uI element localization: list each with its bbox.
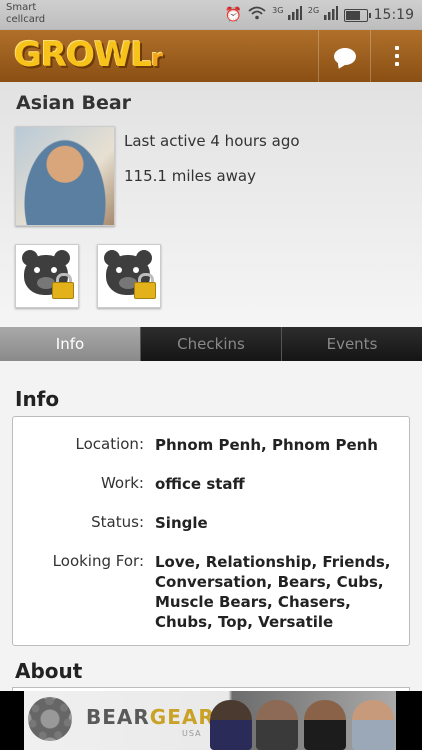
ad-brand: BEARGEAR [86, 705, 215, 729]
ad-model-image [304, 700, 346, 750]
signal-3g-icon: 3G [272, 6, 302, 24]
chat-button[interactable] [318, 30, 371, 82]
locked-photo-2[interactable] [97, 244, 161, 308]
status-icons: ⏰ 3G 2G 15:19 [225, 6, 414, 24]
info-label: Status: [91, 513, 144, 531]
logo-text: GROWL [14, 35, 152, 75]
ad-banner[interactable]: BEARGEAR USA [0, 691, 422, 750]
info-label: Location: [75, 435, 145, 453]
ad-brand-part-1: BEAR [86, 705, 150, 729]
last-active-text: Last active 4 hours ago [124, 132, 300, 150]
profile-tabs: Info Checkins Events [0, 327, 422, 361]
tab-events[interactable]: Events [282, 327, 422, 361]
growlr-logo: GROWLr [14, 35, 163, 75]
logo-suffix: r [151, 44, 163, 72]
info-card: Location: Phnom Penh, Phnom Penh Work: o… [12, 416, 410, 646]
info-value: Love, Relationship, Friends, Conversatio… [155, 553, 391, 631]
tab-checkins[interactable]: Checkins [141, 327, 282, 361]
about-heading: About [15, 659, 83, 683]
ad-content: BEARGEAR USA [24, 691, 396, 750]
ad-brand-part-2: GEAR [149, 705, 215, 729]
carrier-line-1: Smart [6, 2, 37, 13]
carrier-label: Smart cellcard [6, 2, 45, 26]
info-label: Looking For: [52, 552, 144, 570]
info-value: Phnom Penh, Phnom Penh [155, 436, 378, 454]
profile-name: Asian Bear [16, 92, 132, 114]
gear-icon [28, 697, 72, 741]
wifi-icon [248, 6, 266, 24]
locked-photo-1[interactable] [15, 244, 79, 308]
info-value: office staff [155, 475, 245, 493]
carrier-line-2: cellcard [6, 14, 46, 25]
ad-model-image [352, 700, 394, 750]
alarm-icon: ⏰ [224, 7, 243, 23]
profile-header: Asian Bear Last active 4 hours ago 115.1… [0, 82, 422, 327]
signal-2g-icon: 2G [308, 6, 338, 24]
info-label: Work: [100, 474, 144, 492]
ad-model-image [256, 700, 298, 750]
profile-content: Info Location: Phnom Penh, Phnom Penh Wo… [0, 361, 422, 698]
status-bar: Smart cellcard ⏰ 3G 2G 15:19 [0, 0, 422, 30]
overflow-menu-button[interactable] [370, 30, 422, 82]
chat-bubble-icon [334, 47, 356, 65]
battery-fill [345, 10, 361, 20]
overflow-menu-icon [395, 46, 399, 66]
app-bar: GROWLr [0, 30, 422, 82]
info-value: Single [155, 514, 208, 532]
network-type-2: 2G [307, 6, 320, 15]
distance-text: 115.1 miles away [124, 167, 256, 185]
battery-icon [343, 8, 371, 22]
ad-brand-sub: USA [182, 729, 202, 738]
ad-model-image [210, 700, 252, 750]
info-heading: Info [15, 387, 60, 411]
tab-info[interactable]: Info [0, 327, 141, 361]
clock: 15:19 [373, 7, 414, 23]
profile-avatar[interactable] [15, 126, 115, 226]
network-type-1: 3G [272, 6, 284, 15]
